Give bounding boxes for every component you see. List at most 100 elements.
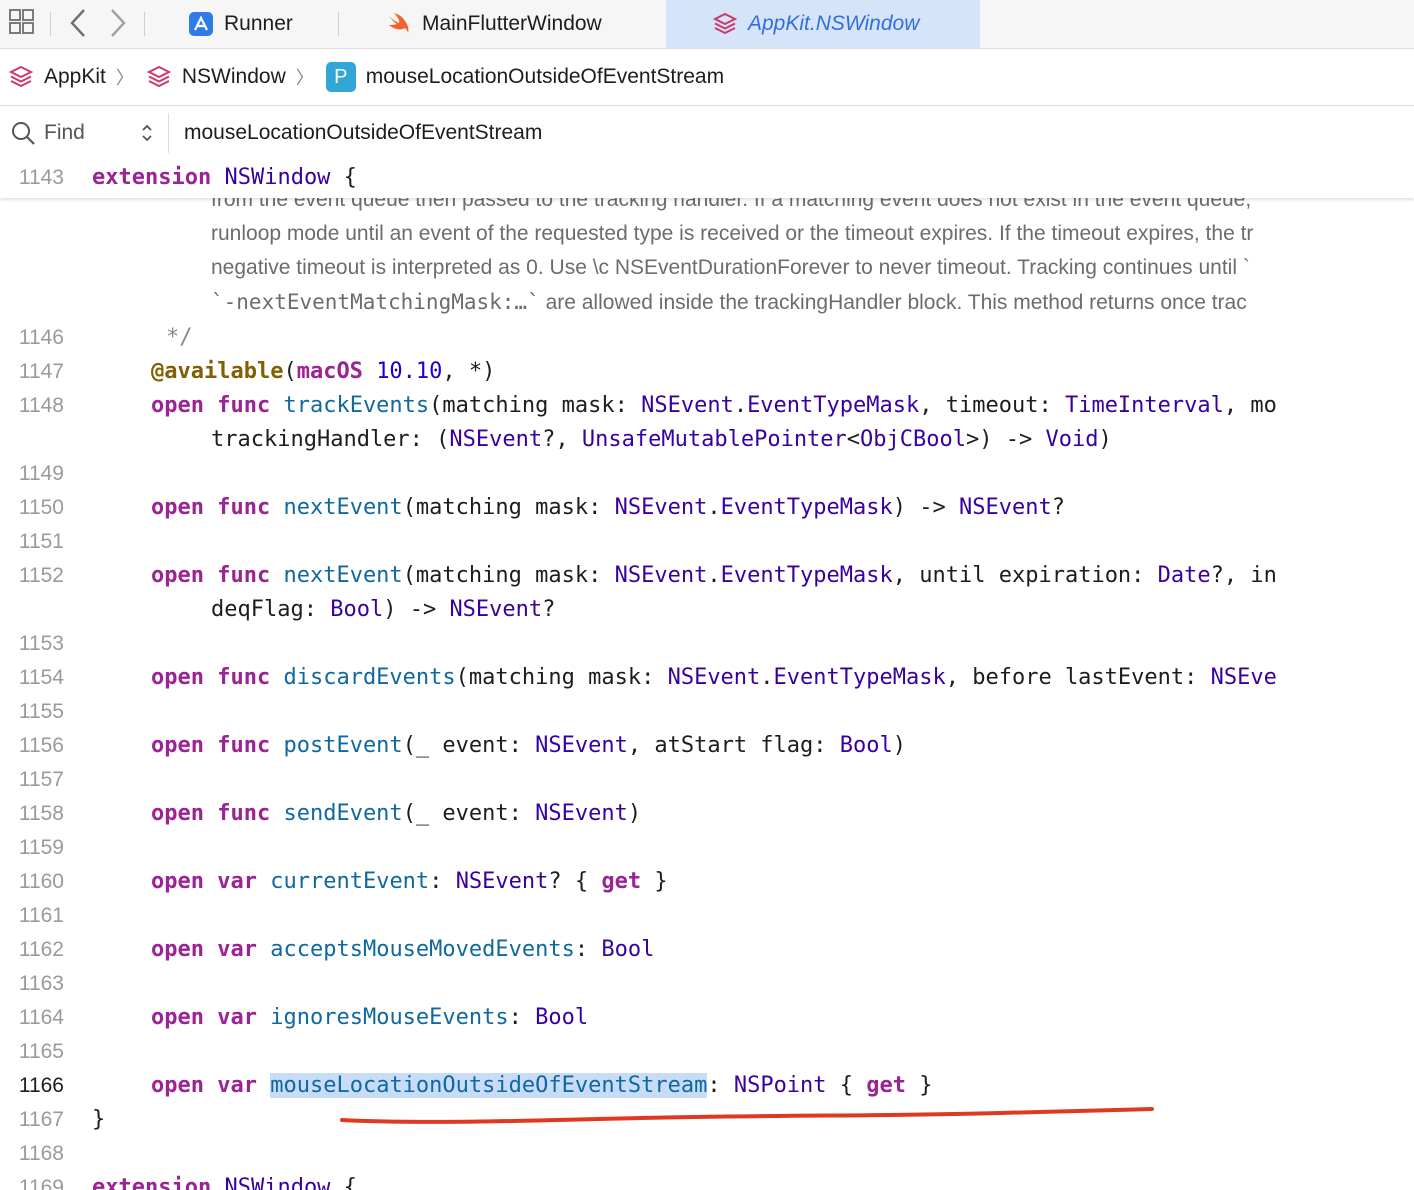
code-line-continuation: deqFlag: Bool) -> NSEvent? [0, 594, 1414, 628]
code-token: open [151, 937, 204, 962]
tab-appkit-nswindow[interactable]: AppKit.NSWindow [666, 0, 980, 48]
code-token: func [217, 665, 271, 690]
tab-runner[interactable]: Runner [188, 0, 293, 48]
code-token: NSEvent [449, 597, 543, 622]
code-line: 1152 open func nextEvent(matching mask: … [0, 560, 1414, 594]
code-token: ? [542, 597, 556, 622]
code-token: ?, [542, 427, 582, 452]
code-token: UnsafeMutablePointer [581, 427, 847, 452]
code-line: 1147 @available(macOS 10.10, *) [0, 356, 1414, 390]
code-line: 1167 } [0, 1104, 1414, 1138]
framework-icon [712, 11, 738, 37]
code-token: open [151, 563, 204, 588]
code-token: open [151, 495, 204, 520]
code-token: @available [151, 359, 284, 384]
code-line: 1163 [0, 968, 1414, 1002]
code-token: currentEvent [270, 869, 430, 894]
line-number: 1158 [18, 802, 64, 825]
code-line: 1151 [0, 526, 1414, 560]
code-token: 10.10 [376, 359, 443, 384]
code-token: , atStart flag: [627, 733, 840, 758]
code-token: } [92, 1107, 106, 1132]
doc-code-span: `-nextEventMatchingMask:…` [211, 290, 540, 314]
forward-chevron-icon[interactable] [106, 7, 130, 44]
line-number: 1156 [18, 734, 64, 757]
line-number: 1143 [18, 166, 64, 189]
doc-comment-line: runloop mode until an event of the reque… [211, 222, 1254, 245]
find-input[interactable]: mouseLocationOutsideOfEventStream [184, 113, 542, 153]
line-number: 1168 [18, 1142, 64, 1165]
line-number: 1162 [18, 938, 64, 961]
code-token: (matching mask: [402, 495, 615, 520]
code-token: func [217, 495, 271, 520]
code-line: 1165 [0, 1036, 1414, 1070]
back-chevron-icon[interactable] [66, 7, 90, 44]
code-token: . [760, 665, 774, 690]
code-token: NSWindow [224, 165, 331, 190]
code-line: 1160 open var currentEvent: NSEvent? { g… [0, 866, 1414, 900]
line-number: 1160 [18, 870, 64, 893]
search-match-highlight[interactable]: mouseLocationOutsideOfEventStream [270, 1073, 708, 1098]
line-number: 1152 [18, 564, 64, 587]
code-token: sendEvent [283, 801, 403, 826]
line-number: 1146 [18, 326, 64, 349]
sticky-scope-header: 1143 extension NSWindow { [0, 158, 1414, 198]
breadcrumb-item-appkit[interactable]: AppKit [8, 64, 106, 90]
code-line: 1153 [0, 628, 1414, 662]
code-token: , timeout: [919, 393, 1065, 418]
code-editor[interactable]: 1143 extension NSWindow { from the event… [0, 158, 1414, 1190]
line-number: 1148 [18, 394, 64, 417]
code-token: TimeInterval [1064, 393, 1224, 418]
breadcrumb-label: AppKit [44, 65, 106, 88]
code-token: discardEvents [283, 665, 456, 690]
line-number: 1153 [18, 632, 64, 655]
code-token: ignoresMouseEvents [270, 1005, 509, 1030]
code-token: Void [1045, 427, 1099, 452]
find-mode-selector[interactable]: Find [4, 113, 169, 153]
code-line: 1157 [0, 764, 1414, 798]
code-token: open [151, 733, 204, 758]
code-token: macOS [296, 359, 363, 384]
code-token: extension [92, 165, 212, 190]
chevron-right-icon: 〉 [295, 68, 314, 88]
tab-label: MainFlutterWindow [422, 12, 602, 35]
code-token: open [151, 869, 204, 894]
breadcrumb-item-nswindow[interactable]: NSWindow [146, 64, 286, 90]
code-token: } [641, 869, 668, 894]
code-token: func [217, 801, 271, 826]
code-token: >) -> [966, 427, 1046, 452]
code-token: get [601, 869, 642, 894]
code-token: Bool [839, 733, 893, 758]
code-token: open [151, 1005, 204, 1030]
search-icon [10, 120, 36, 146]
code-token: open [151, 393, 204, 418]
code-token: func [217, 733, 271, 758]
code-line: 1168 [0, 1138, 1414, 1172]
code-token: : [707, 1073, 734, 1098]
code-token: : [429, 869, 456, 894]
grid-icon[interactable] [8, 8, 36, 41]
tab-main-flutter-window[interactable]: MainFlutterWindow [386, 0, 602, 48]
code-token: { [330, 1175, 357, 1190]
tab-label: AppKit.NSWindow [748, 12, 920, 35]
code-token: EventTypeMask [720, 563, 893, 588]
code-line: 1161 [0, 900, 1414, 934]
code-token: get [866, 1073, 907, 1098]
framework-icon [8, 64, 34, 90]
code-token: ) [1098, 427, 1112, 452]
code-token: ? { [548, 869, 602, 894]
breadcrumb-item-property[interactable]: P mouseLocationOutsideOfEventStream [325, 62, 724, 92]
code-token: NSEvent [667, 665, 761, 690]
